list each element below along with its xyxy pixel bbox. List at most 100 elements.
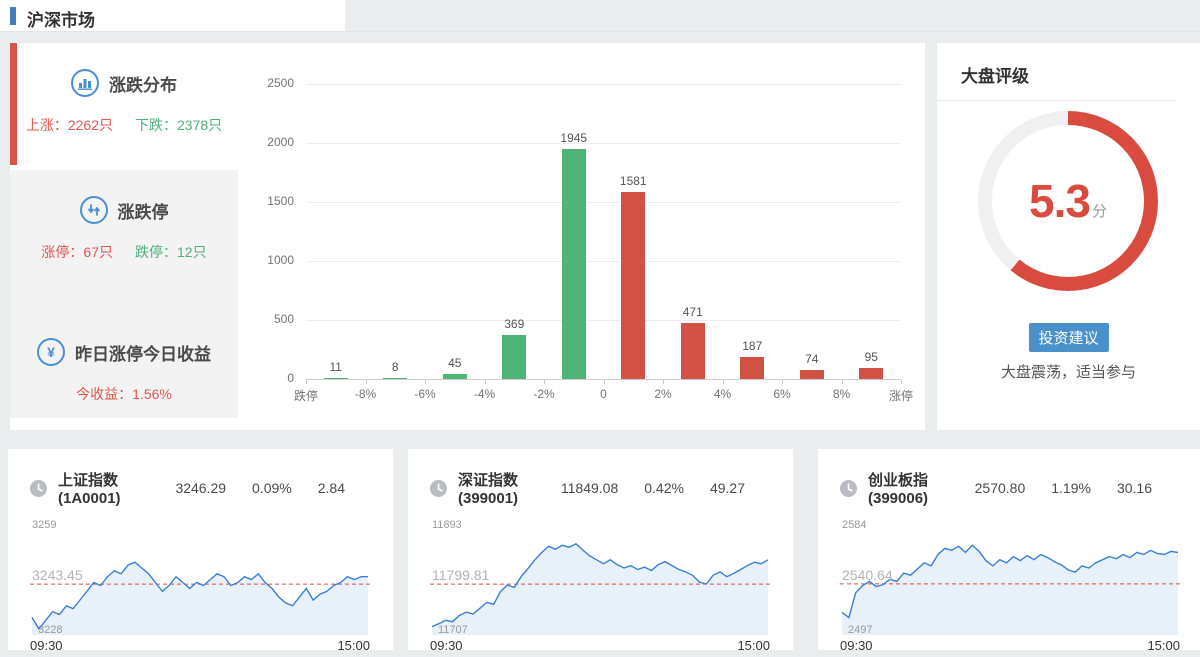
page-header: 沪深市场 — [0, 0, 1200, 32]
section-red-edge — [10, 43, 17, 165]
x-axis-label: 跌停 — [276, 387, 336, 404]
bar-value-label: 95 — [842, 350, 902, 364]
distribution-bar — [681, 323, 705, 379]
page-title: 沪深市场 — [27, 6, 95, 31]
y-axis-label: 1500 — [238, 194, 294, 208]
distribution-bar — [562, 149, 586, 379]
index-line-chart — [840, 534, 1180, 636]
time-end-label: 15:00 — [1147, 638, 1180, 653]
index-price: 2570.80 — [975, 480, 1026, 496]
bar-value-label: 187 — [723, 339, 783, 353]
time-end-label: 15:00 — [337, 638, 370, 653]
bar-value-label: 8 — [366, 360, 426, 374]
x-axis-label: 4% — [693, 387, 753, 401]
ref-price-label: 2540.64 — [842, 567, 893, 583]
bar-value-label: 45 — [425, 356, 485, 370]
distribution-bar — [443, 374, 467, 379]
index-change-percent: 0.42% — [644, 480, 684, 496]
investment-advice-button[interactable]: 投资建议 — [1028, 323, 1108, 352]
market-rating-card: 大盘评级 5.3 分 投资建议 大盘震荡，适当参与 — [937, 43, 1200, 430]
y-max-label: 11893 — [430, 519, 771, 534]
rating-score-suffix: 分 — [1092, 200, 1107, 221]
y-axis-label: 1000 — [238, 253, 294, 267]
x-axis-label: 0 — [574, 387, 634, 401]
index-change-percent: 0.09% — [252, 480, 292, 496]
x-axis-label: -2% — [514, 387, 574, 401]
y-max-label: 3259 — [30, 519, 371, 534]
y-axis-label: 500 — [238, 312, 294, 326]
today-return-stat: 今收益：1.56% — [76, 384, 172, 404]
clock-icon — [30, 480, 47, 497]
distribution-bar — [324, 378, 348, 379]
limit-up-stat: 涨停：67只 — [41, 242, 113, 262]
bar-value-label: 1581 — [604, 174, 664, 188]
clock-icon — [840, 480, 857, 497]
ref-price-label: 3243.45 — [32, 567, 83, 583]
index-change: 49.27 — [710, 480, 745, 496]
index-price: 3246.29 — [175, 480, 226, 496]
bar-value-label: 471 — [663, 305, 723, 319]
y-min-label: 2497 — [848, 624, 872, 636]
x-axis-label: 2% — [633, 387, 693, 401]
index-price: 11849.08 — [561, 480, 618, 496]
x-axis-label: 涨停 — [871, 387, 931, 404]
index-mini-chart: 3259 3243.45 3228 09:30 15:00 — [30, 519, 371, 653]
section-limits-title: 涨跌停 — [118, 198, 169, 223]
y-max-label: 2584 — [840, 519, 1178, 534]
x-axis-label: -4% — [455, 387, 515, 401]
time-start-label: 09:30 — [840, 638, 873, 653]
distribution-bar-chart: 05001000150020002500跌停-8%-6%-4%-2%02%4%6… — [238, 43, 925, 430]
rating-gauge: 5.3 分 — [978, 111, 1158, 291]
index-card-shanghai: 上证指数(1A0001) 3246.29 0.09% 2.84 3259 324… — [8, 449, 393, 650]
x-axis-label: 6% — [752, 387, 812, 401]
ref-price-label: 11799.81 — [432, 567, 489, 583]
bar-value-label: 74 — [782, 352, 842, 366]
y-axis-label: 2000 — [238, 135, 294, 149]
x-axis-label: -8% — [336, 387, 396, 401]
index-name[interactable]: 深证指数(399001) — [458, 469, 535, 507]
advancers-stat: 上涨：2262只 — [26, 115, 113, 135]
limit-down-stat: 跌停：12只 — [135, 242, 207, 262]
index-mini-chart: 11893 11799.81 11707 09:30 15:00 — [430, 519, 771, 653]
index-change: 2.84 — [318, 480, 345, 496]
distribution-bar — [621, 192, 645, 379]
market-stats-column: 涨跌分布 上涨：2262只 下跌：2378只 涨跌停 涨停：67只 跌停：12只 — [10, 43, 238, 430]
y-axis-label: 2500 — [238, 76, 294, 90]
rating-title: 大盘评级 — [937, 43, 1176, 101]
distribution-bar — [859, 368, 883, 379]
y-min-label: 11707 — [438, 624, 468, 636]
index-card-shenzhen: 深证指数(399001) 11849.08 0.42% 49.27 11893 … — [408, 449, 793, 650]
section-distribution: 涨跌分布 上涨：2262只 下跌：2378只 — [10, 43, 238, 170]
bar-value-label: 1945 — [544, 131, 604, 145]
title-accent-bar — [10, 7, 16, 25]
index-change-percent: 1.19% — [1051, 480, 1091, 496]
distribution-bar — [740, 357, 764, 379]
time-end-label: 15:00 — [737, 638, 770, 653]
index-name[interactable]: 上证指数(1A0001) — [58, 469, 149, 507]
time-start-label: 09:30 — [430, 638, 463, 653]
index-mini-chart: 2584 2540.64 2497 09:30 15:00 — [840, 519, 1178, 653]
y-axis-label: 0 — [238, 371, 294, 385]
market-overview-card: 涨跌分布 上涨：2262只 下跌：2378只 涨跌停 涨停：67只 跌停：12只 — [10, 43, 925, 430]
time-start-label: 09:30 — [30, 638, 63, 653]
y-min-label: 3228 — [38, 624, 62, 636]
section-distribution-title: 涨跌分布 — [109, 71, 177, 96]
rating-score: 5.3 — [1029, 174, 1090, 228]
section-return-title: 昨日涨停今日收益 — [75, 340, 211, 365]
bar-value-label: 369 — [485, 317, 545, 331]
index-line-chart — [30, 534, 370, 636]
yen-icon: ¥ — [37, 338, 65, 366]
x-axis-label: 8% — [812, 387, 872, 401]
section-limits-and-return: 涨跌停 涨停：67只 跌停：12只 ¥ 昨日涨停今日收益 今收益：1.56% — [10, 170, 238, 418]
decliners-stat: 下跌：2378只 — [135, 115, 222, 135]
x-axis-label: -6% — [395, 387, 455, 401]
bar-value-label: 11 — [306, 360, 366, 374]
index-name[interactable]: 创业板指(399006) — [868, 469, 949, 507]
index-card-chinext: 创业板指(399006) 2570.80 1.19% 30.16 2584 25… — [818, 449, 1200, 650]
up-down-arrows-icon — [80, 196, 108, 224]
clock-icon — [430, 480, 447, 497]
index-line-chart — [430, 534, 770, 636]
distribution-bar — [502, 335, 526, 379]
advice-text: 大盘震荡，适当参与 — [937, 361, 1200, 382]
index-change: 30.16 — [1117, 480, 1152, 496]
